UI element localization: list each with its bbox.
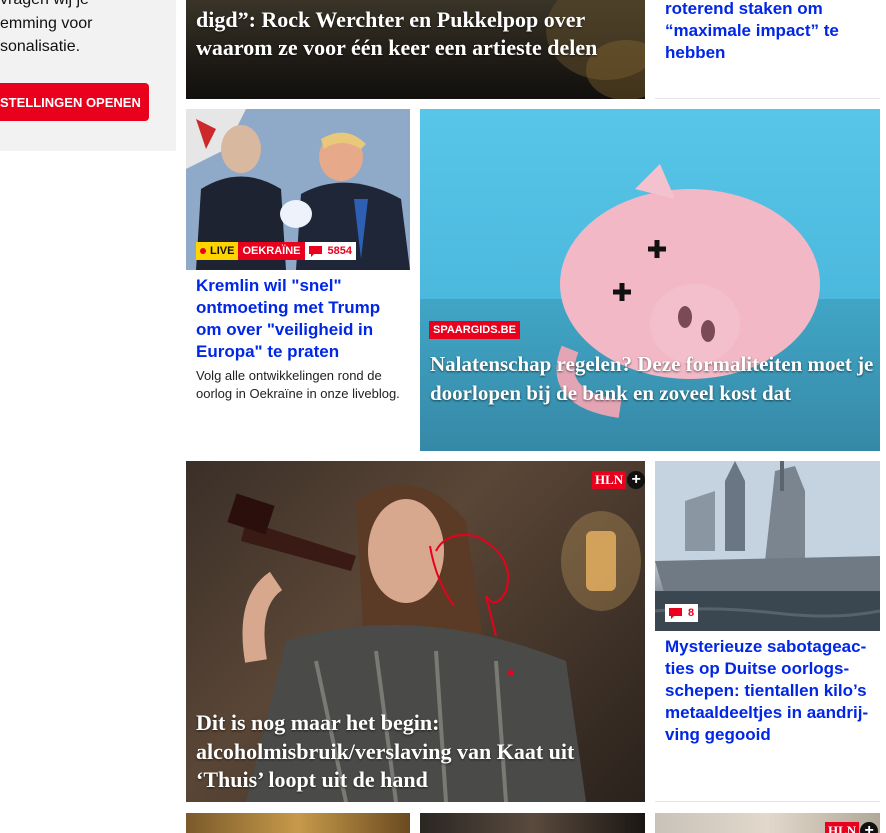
- ships-comment-badge[interactable]: 8: [665, 604, 699, 622]
- comment-icon: [669, 607, 682, 619]
- comment-count-badge[interactable]: 5854: [304, 242, 356, 260]
- open-settings-button[interactable]: stellingen openen: [0, 83, 149, 121]
- kremlin-badges: LIVE OEKRAÏNE 5854: [196, 242, 356, 260]
- kremlin-headline[interactable]: Kremlin wil "snel" ontmoeting met Trump …: [196, 275, 401, 363]
- kremlin-summary: Volg alle ontwikkelingen rond de oorlog …: [196, 368, 400, 401]
- bottom-right-card[interactable]: HLN +: [655, 813, 880, 833]
- bottom-middle-card[interactable]: [420, 813, 645, 833]
- hln-plus-badge: HLN +: [592, 471, 645, 489]
- ships-comment-count: 8: [688, 607, 695, 619]
- piggy-card[interactable]: SPAARGIDS.BE Nalatenschap regelen? Deze …: [420, 109, 880, 451]
- top-feature-headline[interactable]: digd”: Rock Werchter en Pukkelpop over w…: [196, 6, 636, 62]
- live-badge: LIVE: [196, 242, 239, 260]
- ships-headline[interactable]: Mysterieuze sabotageac-ties op Duitse oo…: [665, 636, 875, 746]
- comment-count: 5854: [327, 245, 352, 257]
- live-label: LIVE: [210, 245, 235, 257]
- plus-icon: +: [627, 471, 645, 489]
- top-feature-card[interactable]: digd”: Rock Werchter en Pukkelpop over w…: [186, 0, 645, 99]
- consent-text: vragen wij je emming voor sonalisatie.: [0, 0, 93, 55]
- tag-spaargids[interactable]: SPAARGIDS.BE: [429, 321, 520, 339]
- kremlin-image[interactable]: LIVE OEKRAÏNE 5854: [186, 109, 410, 270]
- bottom-left-card[interactable]: [186, 813, 410, 833]
- hln-plus-badge: HLN +: [825, 822, 879, 833]
- kaat-headline[interactable]: Dit is nog maar het begin: alcoholmisbru…: [196, 709, 636, 795]
- divider: [655, 801, 880, 802]
- top-right-headline[interactable]: roterend staken om “maximale impact” te …: [665, 0, 865, 64]
- comment-icon: [308, 245, 322, 257]
- divider: [655, 98, 880, 99]
- tag-oekraine[interactable]: OEKRAÏNE: [238, 242, 305, 260]
- hln-logo: HLN: [825, 822, 860, 833]
- hln-logo: HLN: [592, 471, 627, 489]
- plus-icon: +: [860, 822, 879, 833]
- live-dot-icon: [200, 248, 206, 254]
- piggy-headline[interactable]: Nalatenschap regelen? Deze formaliteiten…: [430, 350, 875, 407]
- kaat-card[interactable]: HLN + Dit is nog maar het begin: alcohol…: [186, 461, 645, 802]
- ships-image[interactable]: 8: [655, 461, 880, 631]
